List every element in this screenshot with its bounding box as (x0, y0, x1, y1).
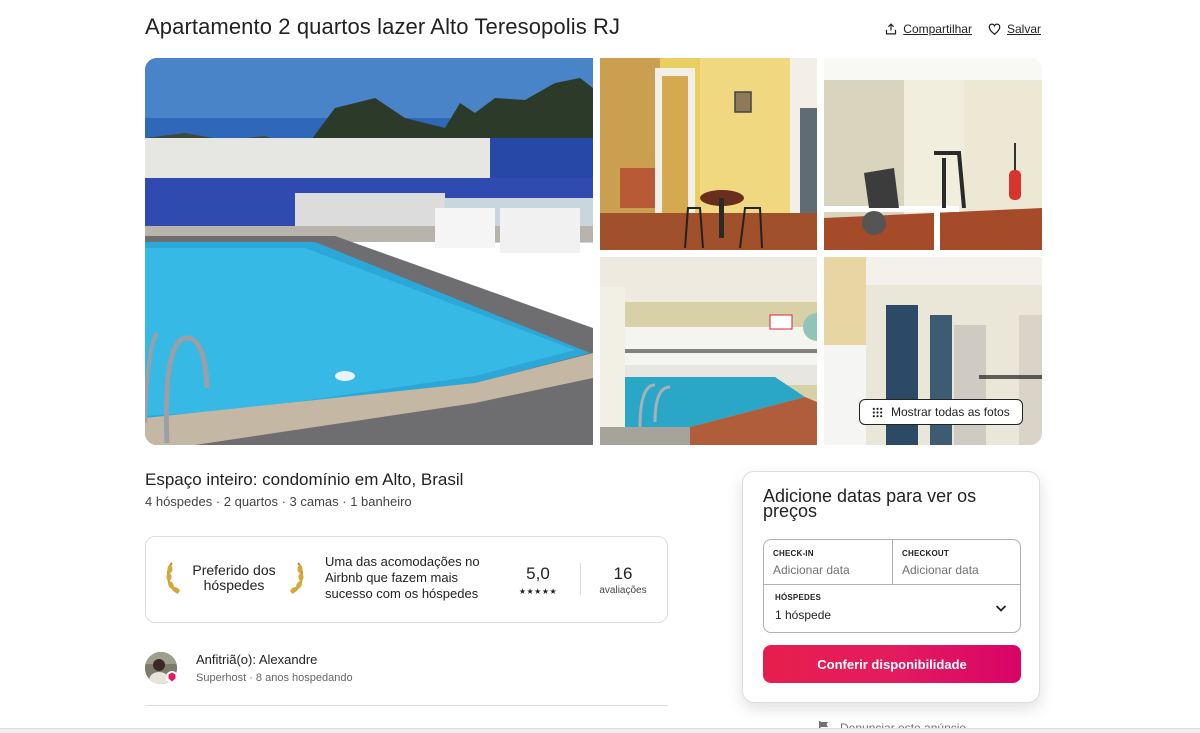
photo-indoor-pool[interactable] (600, 257, 817, 445)
reviews-count[interactable]: 16 (598, 564, 648, 584)
laurel-left-icon (166, 562, 180, 594)
superhost-badge-icon (166, 671, 178, 683)
reviews-label[interactable]: avaliações (598, 585, 648, 596)
grid-dots-icon (872, 407, 883, 417)
listing-title: Apartamento 2 quartos lazer Alto Teresop… (145, 14, 621, 39)
listing-details: 4 hóspedes · 2 quartos · 3 camas · 1 ban… (145, 494, 412, 509)
photo-main-pool[interactable] (145, 58, 593, 445)
checkout-field[interactable]: CHECKOUT Adicionar data (893, 540, 1021, 584)
host-name: Anfitriã(o): Alexandre (196, 652, 318, 667)
window-bottom-edge (0, 728, 1200, 733)
host-meta: Superhost · 8 anos hospedando (196, 672, 353, 684)
guest-favorite-title: Preferido dos hóspedes (192, 562, 276, 593)
rating-divider (580, 563, 581, 595)
top-actions: Compartilhar Salvar (885, 22, 1041, 36)
chevron-down-icon (995, 605, 1007, 612)
checkin-placeholder: Adicionar data (773, 563, 850, 577)
show-all-photos-button[interactable]: Mostrar todas as fotos (859, 399, 1023, 425)
photo-balcony[interactable] (600, 58, 817, 250)
guest-favorite-card[interactable]: Preferido dos hóspedes Uma das acomodaçõ… (145, 536, 668, 623)
section-divider (145, 705, 668, 706)
guests-label: HÓSPEDES (775, 593, 822, 602)
checkout-label: CHECKOUT (902, 549, 949, 558)
heart-icon (988, 23, 1001, 35)
share-icon (886, 23, 897, 35)
save-label: Salvar (1006, 22, 1041, 36)
save-button[interactable]: Salvar (988, 22, 1041, 36)
photo-gym[interactable] (824, 58, 1042, 250)
date-guest-selector: CHECK-IN Adicionar data CHECKOUT Adicion… (763, 539, 1021, 633)
checkin-label: CHECK-IN (773, 549, 814, 558)
checkout-placeholder: Adicionar data (902, 563, 979, 577)
share-button[interactable]: Compartilhar (885, 22, 972, 36)
guest-favorite-description: Uma das acomodações no Airbnb que fazem … (325, 554, 480, 601)
listing-subtitle: Espaço inteiro: condomínio em Alto, Bras… (145, 470, 464, 489)
guests-value: 1 hóspede (775, 608, 832, 622)
check-availability-button[interactable]: Conferir disponibilidade (763, 645, 1021, 683)
rating-stars: ★★★★★ (518, 587, 558, 596)
booking-card: Adicione datas para ver os preços CHECK-… (742, 471, 1040, 703)
photo-gallery (145, 58, 1042, 445)
booking-title: Adicione datas para ver os preços (763, 486, 977, 521)
show-all-photos-label: Mostrar todas as fotos (891, 405, 1010, 419)
checkin-field[interactable]: CHECK-IN Adicionar data (764, 540, 893, 584)
rating-value: 5,0 (526, 564, 550, 583)
laurel-right-icon (290, 562, 304, 594)
guests-select[interactable]: HÓSPEDES 1 hóspede (764, 585, 1020, 633)
share-label: Compartilhar (903, 22, 972, 36)
